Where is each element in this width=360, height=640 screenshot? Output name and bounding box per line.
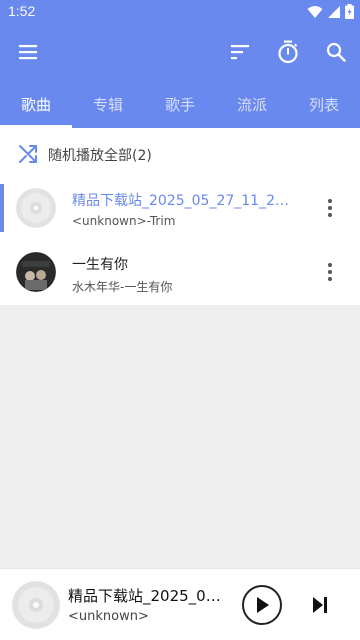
menu-button[interactable] — [8, 32, 48, 72]
shuffle-all-label: 随机播放全部(2) — [48, 148, 152, 164]
sort-button[interactable] — [220, 32, 260, 72]
tab-genres[interactable]: 流派 — [216, 80, 288, 128]
more-options-icon[interactable] — [320, 194, 340, 222]
status-time: 1:52 — [8, 3, 36, 19]
now-playing-art — [12, 581, 60, 629]
next-button[interactable] — [306, 589, 334, 621]
tab-playlists[interactable]: 列表 — [288, 80, 360, 128]
wifi-icon — [307, 5, 323, 18]
signal-icon — [328, 5, 340, 18]
now-playing-title: 精品下载站_2025_05... — [68, 587, 228, 605]
battery-icon — [345, 4, 354, 19]
list-item[interactable]: 精品下载站_2025_05_27_11_29_0... <unknown>-Tr… — [0, 180, 360, 244]
tab-albums[interactable]: 专辑 — [72, 80, 144, 128]
shuffle-all-row[interactable]: 随机播放全部(2) — [0, 128, 360, 180]
tab-artists[interactable]: 歌手 — [144, 80, 216, 128]
timer-icon — [278, 40, 298, 64]
mini-player[interactable]: 精品下载站_2025_05... <unknown> — [0, 568, 360, 640]
tab-songs[interactable]: 歌曲 — [0, 80, 72, 128]
album-art-placeholder — [16, 188, 56, 228]
list-item[interactable]: 一生有你 水木年华-一生有你 — [0, 244, 360, 308]
song-subtitle: 水木年华-一生有你 — [72, 280, 173, 294]
status-icons — [307, 4, 354, 19]
app-bar — [0, 24, 360, 80]
menu-icon — [19, 45, 37, 60]
album-art — [16, 252, 56, 292]
shuffle-icon — [19, 145, 37, 163]
song-subtitle: <unknown>-Trim — [72, 214, 176, 228]
status-bar: 1:52 — [0, 0, 360, 24]
more-options-icon[interactable] — [320, 258, 340, 286]
play-icon — [257, 597, 269, 613]
skip-next-icon — [313, 597, 327, 613]
tab-bar: 歌曲 专辑 歌手 流派 列表 — [0, 80, 360, 128]
song-list: 随机播放全部(2) 精品下载站_2025_05_27_11_29_0... <u… — [0, 128, 360, 305]
search-button[interactable] — [316, 32, 356, 72]
search-icon — [326, 42, 346, 62]
now-playing-indicator — [0, 184, 4, 232]
sort-icon — [231, 45, 249, 60]
play-button[interactable] — [242, 585, 282, 625]
song-title: 精品下载站_2025_05_27_11_29_0... — [72, 193, 294, 209]
timer-button[interactable] — [268, 32, 308, 72]
now-playing-artist: <unknown> — [68, 609, 149, 624]
song-title: 一生有你 — [72, 257, 128, 273]
